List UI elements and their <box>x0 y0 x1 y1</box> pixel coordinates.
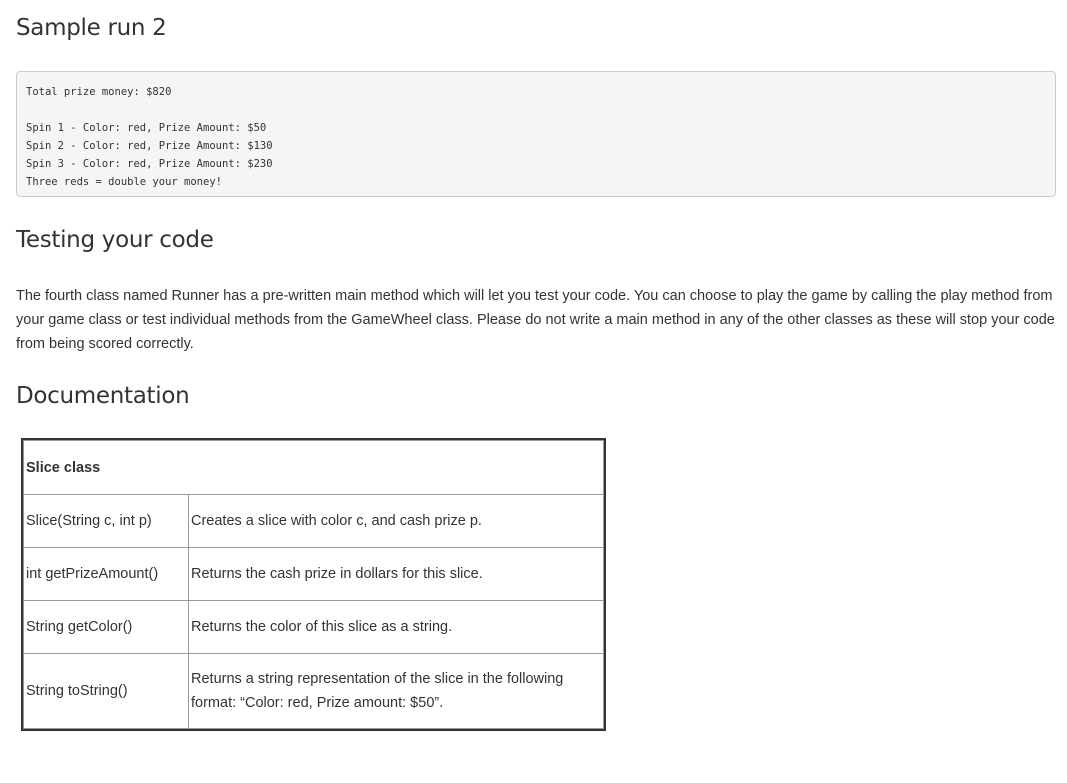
testing-paragraph: The fourth class named Runner has a pre-… <box>16 288 1055 352</box>
testing-heading: Testing your code <box>16 227 214 253</box>
sample-run-output: Total prize money: $820 Spin 1 - Color: … <box>16 71 1056 197</box>
table-row: int getPrizeAmount() Returns the cash pr… <box>23 547 604 601</box>
table-header-row: Slice class <box>23 440 604 495</box>
output-line-total: Total prize money: $820 <box>26 86 172 98</box>
method-description: Creates a slice with color c, and cash p… <box>188 494 604 548</box>
method-signature: String toString() <box>23 653 189 729</box>
table-title: Slice class <box>23 440 604 495</box>
output-blank-line <box>26 101 1046 119</box>
method-signature: int getPrizeAmount() <box>23 547 189 601</box>
table-row: Slice(String c, int p) Creates a slice w… <box>23 494 604 548</box>
output-line-spin-2: Spin 2 - Color: red, Prize Amount: $130 <box>26 140 273 152</box>
slice-class-table: Slice class Slice(String c, int p) Creat… <box>21 438 606 731</box>
table-row: String toString() Returns a string repre… <box>23 653 604 729</box>
method-description: Returns the color of this slice as a str… <box>188 600 604 654</box>
method-signature: String getColor() <box>23 600 189 654</box>
output-line-result: Three reds = double your money! <box>26 176 222 188</box>
documentation-heading: Documentation <box>16 383 190 409</box>
method-description: Returns a string representation of the s… <box>188 653 604 729</box>
output-line-spin-3: Spin 3 - Color: red, Prize Amount: $230 <box>26 158 273 170</box>
method-description: Returns the cash prize in dollars for th… <box>188 547 604 601</box>
sample-run-heading: Sample run 2 <box>16 15 167 41</box>
output-line-spin-1: Spin 1 - Color: red, Prize Amount: $50 <box>26 122 267 134</box>
method-signature: Slice(String c, int p) <box>23 494 189 548</box>
table-row: String getColor() Returns the color of t… <box>23 600 604 654</box>
